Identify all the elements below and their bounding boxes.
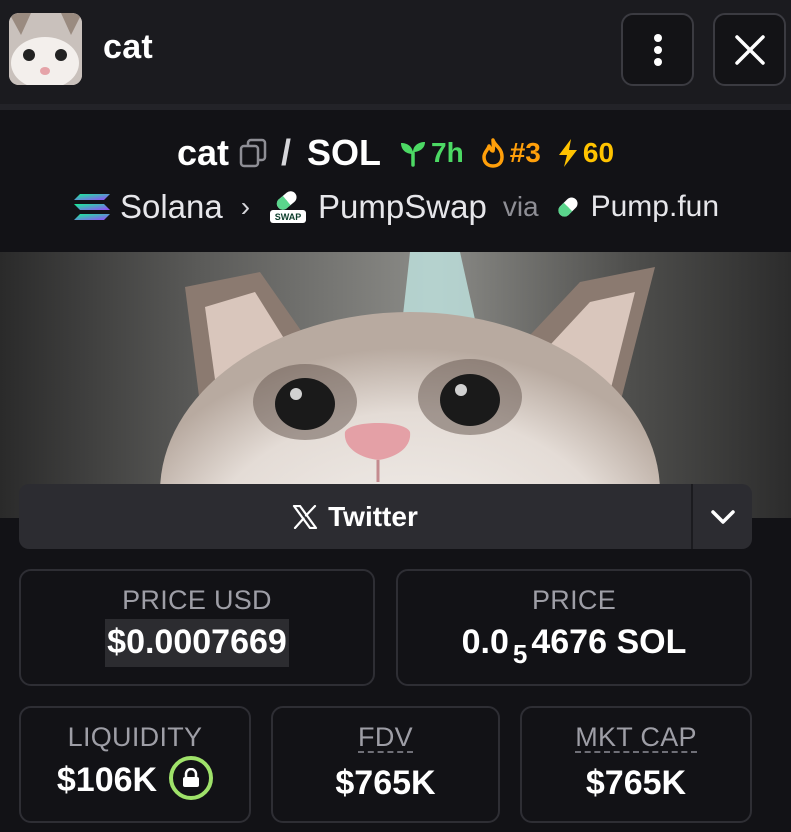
- solana-icon: [73, 194, 110, 220]
- pair-info: cat / SOL 7h #3 60 Solana › SWAP PumpSwa…: [0, 110, 791, 252]
- top-bar: cat: [0, 0, 791, 104]
- x-logo-icon: [293, 504, 318, 529]
- price-sol-prefix: 0.0: [461, 623, 509, 661]
- close-icon: [734, 34, 765, 65]
- boosts-badge: 60: [557, 137, 614, 169]
- chevron-down-icon: [710, 509, 735, 524]
- liquidity-card: LIQUIDITY $106K: [19, 706, 251, 823]
- cat-banner-illustration: [0, 252, 791, 518]
- chevron-right-icon: ›: [240, 191, 251, 222]
- cat-avatar-icon: [9, 13, 82, 85]
- token-avatar: [9, 13, 82, 85]
- price-sol-digits: 4676: [531, 623, 607, 661]
- close-button[interactable]: [713, 13, 786, 86]
- pumpfun-icon: [557, 197, 578, 217]
- via-label: via: [502, 191, 539, 222]
- base-token-symbol: cat: [176, 132, 229, 173]
- liquidity-label: LIQUIDITY: [67, 722, 203, 752]
- route-breadcrumb: Solana › SWAP PumpSwap via Pump.fun: [0, 188, 791, 226]
- fdv-label[interactable]: FDV: [358, 723, 413, 754]
- price-usd-value: $0.0007669: [105, 619, 289, 667]
- trending-rank-badge: #3: [480, 137, 541, 169]
- lightning-icon: [558, 139, 577, 167]
- token-banner-image: [0, 252, 791, 518]
- more-socials-dropdown[interactable]: [691, 484, 752, 549]
- market-cap-label-wrap: MKT CAP: [522, 722, 750, 754]
- price-sol-card: PRICE 0.0 5 4676 SOL: [396, 569, 752, 686]
- lock-icon: [183, 768, 200, 787]
- price-sol-unit: SOL: [616, 623, 687, 661]
- price-usd-card: PRICE USD $0.0007669: [19, 569, 375, 686]
- market-cap-card: MKT CAP $765K: [520, 706, 752, 823]
- twitter-label: Twitter: [328, 500, 418, 532]
- flame-icon: [481, 138, 504, 168]
- liquidity-locked-icon[interactable]: [169, 756, 214, 800]
- price-sol-label: PRICE: [531, 585, 617, 615]
- price-usd-value-wrap: $0.0007669: [21, 619, 373, 667]
- price-sol-value: 0.0 5 4676 SOL: [398, 623, 750, 669]
- fdv-value: $765K: [335, 764, 436, 802]
- pumpswap-icon: SWAP: [270, 191, 307, 223]
- vertical-dots-icon: [653, 33, 662, 66]
- price-usd-label: PRICE USD: [122, 585, 272, 615]
- sprout-icon: [401, 142, 426, 167]
- trending-rank-value: #3: [509, 137, 541, 168]
- boosts-value: 60: [582, 137, 615, 168]
- fdv-label-wrap: FDV: [273, 722, 498, 754]
- token-name-title: cat: [103, 28, 154, 66]
- more-options-button[interactable]: [621, 13, 694, 86]
- twitter-button[interactable]: Twitter: [19, 484, 691, 549]
- fdv-card: FDV $765K: [271, 706, 500, 823]
- dex-link[interactable]: PumpSwap: [318, 188, 487, 226]
- liquidity-value: $106K: [56, 760, 158, 799]
- pair-age-value: 7h: [431, 137, 464, 168]
- launchpad-link[interactable]: Pump.fun: [591, 190, 719, 224]
- market-cap-label[interactable]: MKT CAP: [575, 723, 697, 754]
- pair-separator: /: [281, 132, 292, 173]
- pair-row: cat / SOL 7h #3 60: [0, 132, 791, 174]
- pair-age-badge: 7h: [399, 137, 464, 169]
- swap-badge-text: SWAP: [275, 212, 302, 222]
- quote-token-symbol: SOL: [307, 132, 382, 173]
- copy-icon[interactable]: [239, 138, 267, 168]
- market-cap-value: $765K: [585, 764, 687, 802]
- price-sol-zero-count: 5: [512, 639, 528, 669]
- chain-link[interactable]: Solana: [120, 188, 223, 226]
- socials-bar: Twitter: [19, 484, 752, 549]
- liquidity-value-wrap: $106K: [21, 756, 249, 804]
